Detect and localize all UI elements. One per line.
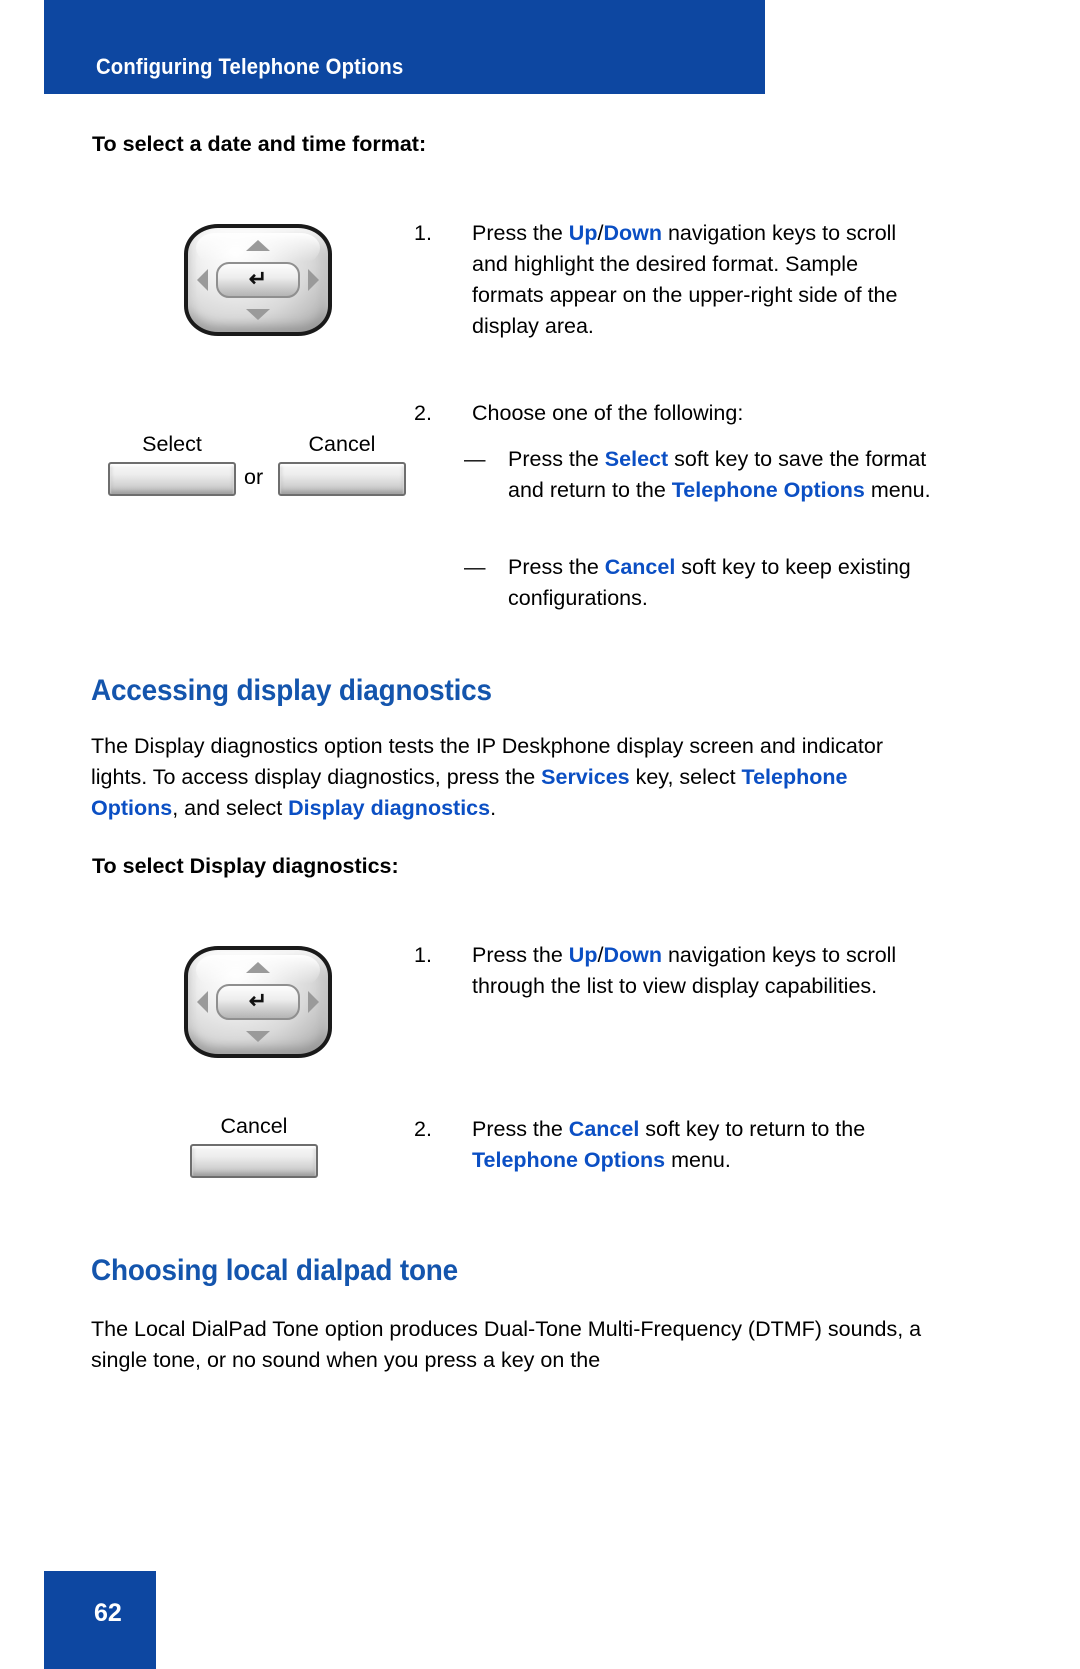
bullet-text: Press the Cancel soft key to keep existi… bbox=[508, 555, 911, 610]
left-arrow-icon bbox=[197, 269, 208, 291]
page-header-title: Configuring Telephone Options bbox=[96, 54, 404, 79]
bullet-text: Press the Select soft key to save the fo… bbox=[508, 447, 931, 502]
step-text: Press the Up/Down navigation keys to scr… bbox=[472, 221, 898, 338]
down-arrow-icon bbox=[246, 309, 270, 320]
step-text: Press the Cancel soft key to return to t… bbox=[472, 1117, 866, 1172]
softkey-select-button[interactable] bbox=[108, 462, 236, 496]
enter-key: ↵ bbox=[216, 262, 300, 298]
section-heading-local-dialpad-tone: Choosing local dialpad tone bbox=[91, 1254, 459, 1287]
navigation-key-icon-2: ↵ bbox=[184, 946, 332, 1058]
bullet-dash: — bbox=[464, 555, 486, 579]
page-header-band: Configuring Telephone Options bbox=[44, 0, 765, 94]
softkey-cancel-label: Cancel bbox=[308, 432, 376, 456]
left-arrow-icon bbox=[197, 991, 208, 1013]
softkey-select-label: Select bbox=[142, 432, 202, 456]
up-arrow-icon bbox=[246, 240, 270, 251]
section-heading-display-diagnostics: Accessing display diagnostics bbox=[91, 674, 492, 707]
right-arrow-icon bbox=[308, 991, 319, 1013]
procedure-title-display-diagnostics: To select Display diagnostics: bbox=[92, 854, 399, 878]
softkey-cancel-2-button[interactable] bbox=[190, 1144, 318, 1178]
step-item: 1. Press the Up/Down navigation keys to … bbox=[414, 218, 934, 342]
step-text: Choose one of the following: bbox=[472, 401, 744, 425]
step-number: 1. bbox=[414, 221, 432, 245]
step-text: Press the Up/Down navigation keys to scr… bbox=[472, 943, 897, 998]
bullet-dash: — bbox=[464, 447, 486, 471]
step-item: 1. Press the Up/Down navigation keys to … bbox=[414, 940, 934, 1002]
section-paragraph-local-dialpad-tone: The Local DialPad Tone option produces D… bbox=[91, 1317, 922, 1372]
softkey-separator-or: or bbox=[244, 465, 264, 489]
section-paragraph-display-diagnostics: The Display diagnostics option tests the… bbox=[91, 734, 883, 820]
bullet-item: — Press the Select soft key to save the … bbox=[464, 444, 934, 506]
step-number: 2. bbox=[414, 1117, 432, 1141]
step-item: 2. Choose one of the following: bbox=[414, 398, 934, 429]
softkey-cancel-2-label: Cancel bbox=[220, 1114, 288, 1138]
enter-icon: ↵ bbox=[248, 266, 268, 291]
enter-key: ↵ bbox=[216, 984, 300, 1020]
enter-icon: ↵ bbox=[248, 988, 268, 1013]
step-item: 2. Press the Cancel soft key to return t… bbox=[414, 1114, 934, 1176]
bullet-item: — Press the Cancel soft key to keep exis… bbox=[464, 552, 934, 614]
step-number: 1. bbox=[414, 943, 432, 967]
up-arrow-icon bbox=[246, 962, 270, 973]
down-arrow-icon bbox=[246, 1031, 270, 1042]
right-arrow-icon bbox=[308, 269, 319, 291]
page-number: 62 bbox=[94, 1599, 122, 1627]
navigation-key-icon-1: ↵ bbox=[184, 224, 332, 336]
step-number: 2. bbox=[414, 401, 432, 425]
softkey-cancel-button[interactable] bbox=[278, 462, 406, 496]
procedure-title-date-time-format: To select a date and time format: bbox=[92, 132, 427, 156]
page-footer-band: 62 bbox=[44, 1571, 156, 1669]
